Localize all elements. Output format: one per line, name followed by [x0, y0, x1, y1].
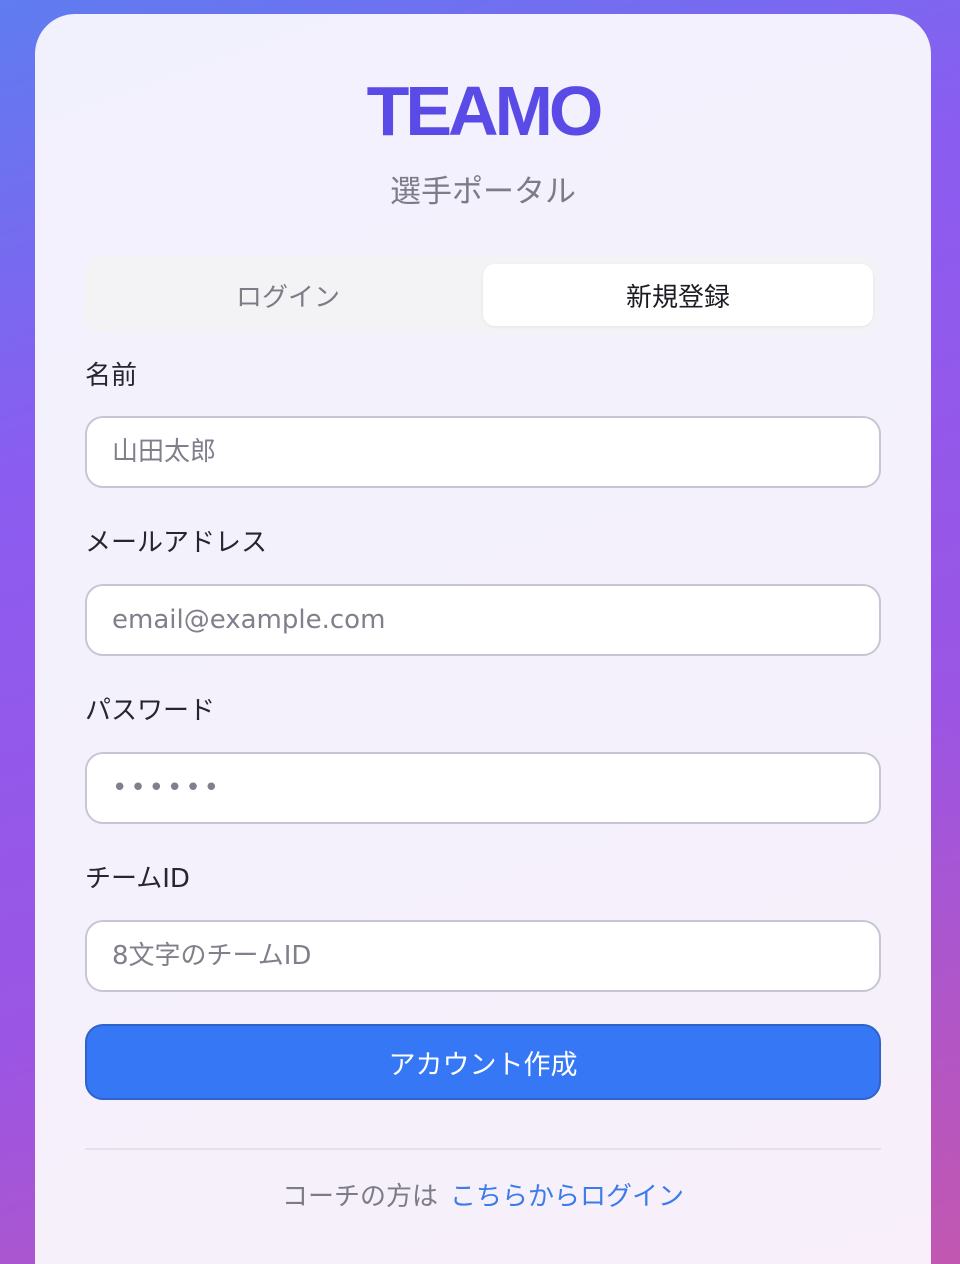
divider — [85, 1148, 881, 1150]
team-id-label: チームID — [85, 864, 190, 894]
coach-login-text: コーチの方は — [281, 1182, 438, 1212]
tab-register[interactable]: 新規登録 — [483, 264, 873, 326]
password-input[interactable] — [85, 752, 881, 824]
coach-login-footer: コーチの方は こちらからログイン — [35, 1182, 931, 1213]
password-label: パスワード — [85, 696, 216, 726]
brand-logo: TEAMO — [366, 72, 604, 150]
name-input[interactable] — [85, 416, 881, 488]
page-subtitle: 選手ポータル — [390, 174, 576, 210]
tab-login[interactable]: ログイン — [93, 264, 483, 326]
team-id-input[interactable] — [85, 920, 881, 992]
name-label: 名前 — [85, 361, 138, 391]
signup-card: TEAMO 選手ポータル ログイン 新規登録 名前 メールアドレス パスワード … — [35, 14, 931, 1264]
create-account-button[interactable]: アカウント作成 — [85, 1024, 881, 1100]
email-label: メールアドレス — [85, 528, 268, 558]
email-input[interactable] — [85, 584, 881, 656]
coach-login-link[interactable]: こちらからログイン — [450, 1182, 684, 1212]
auth-tabs: ログイン 新規登録 — [85, 256, 879, 334]
